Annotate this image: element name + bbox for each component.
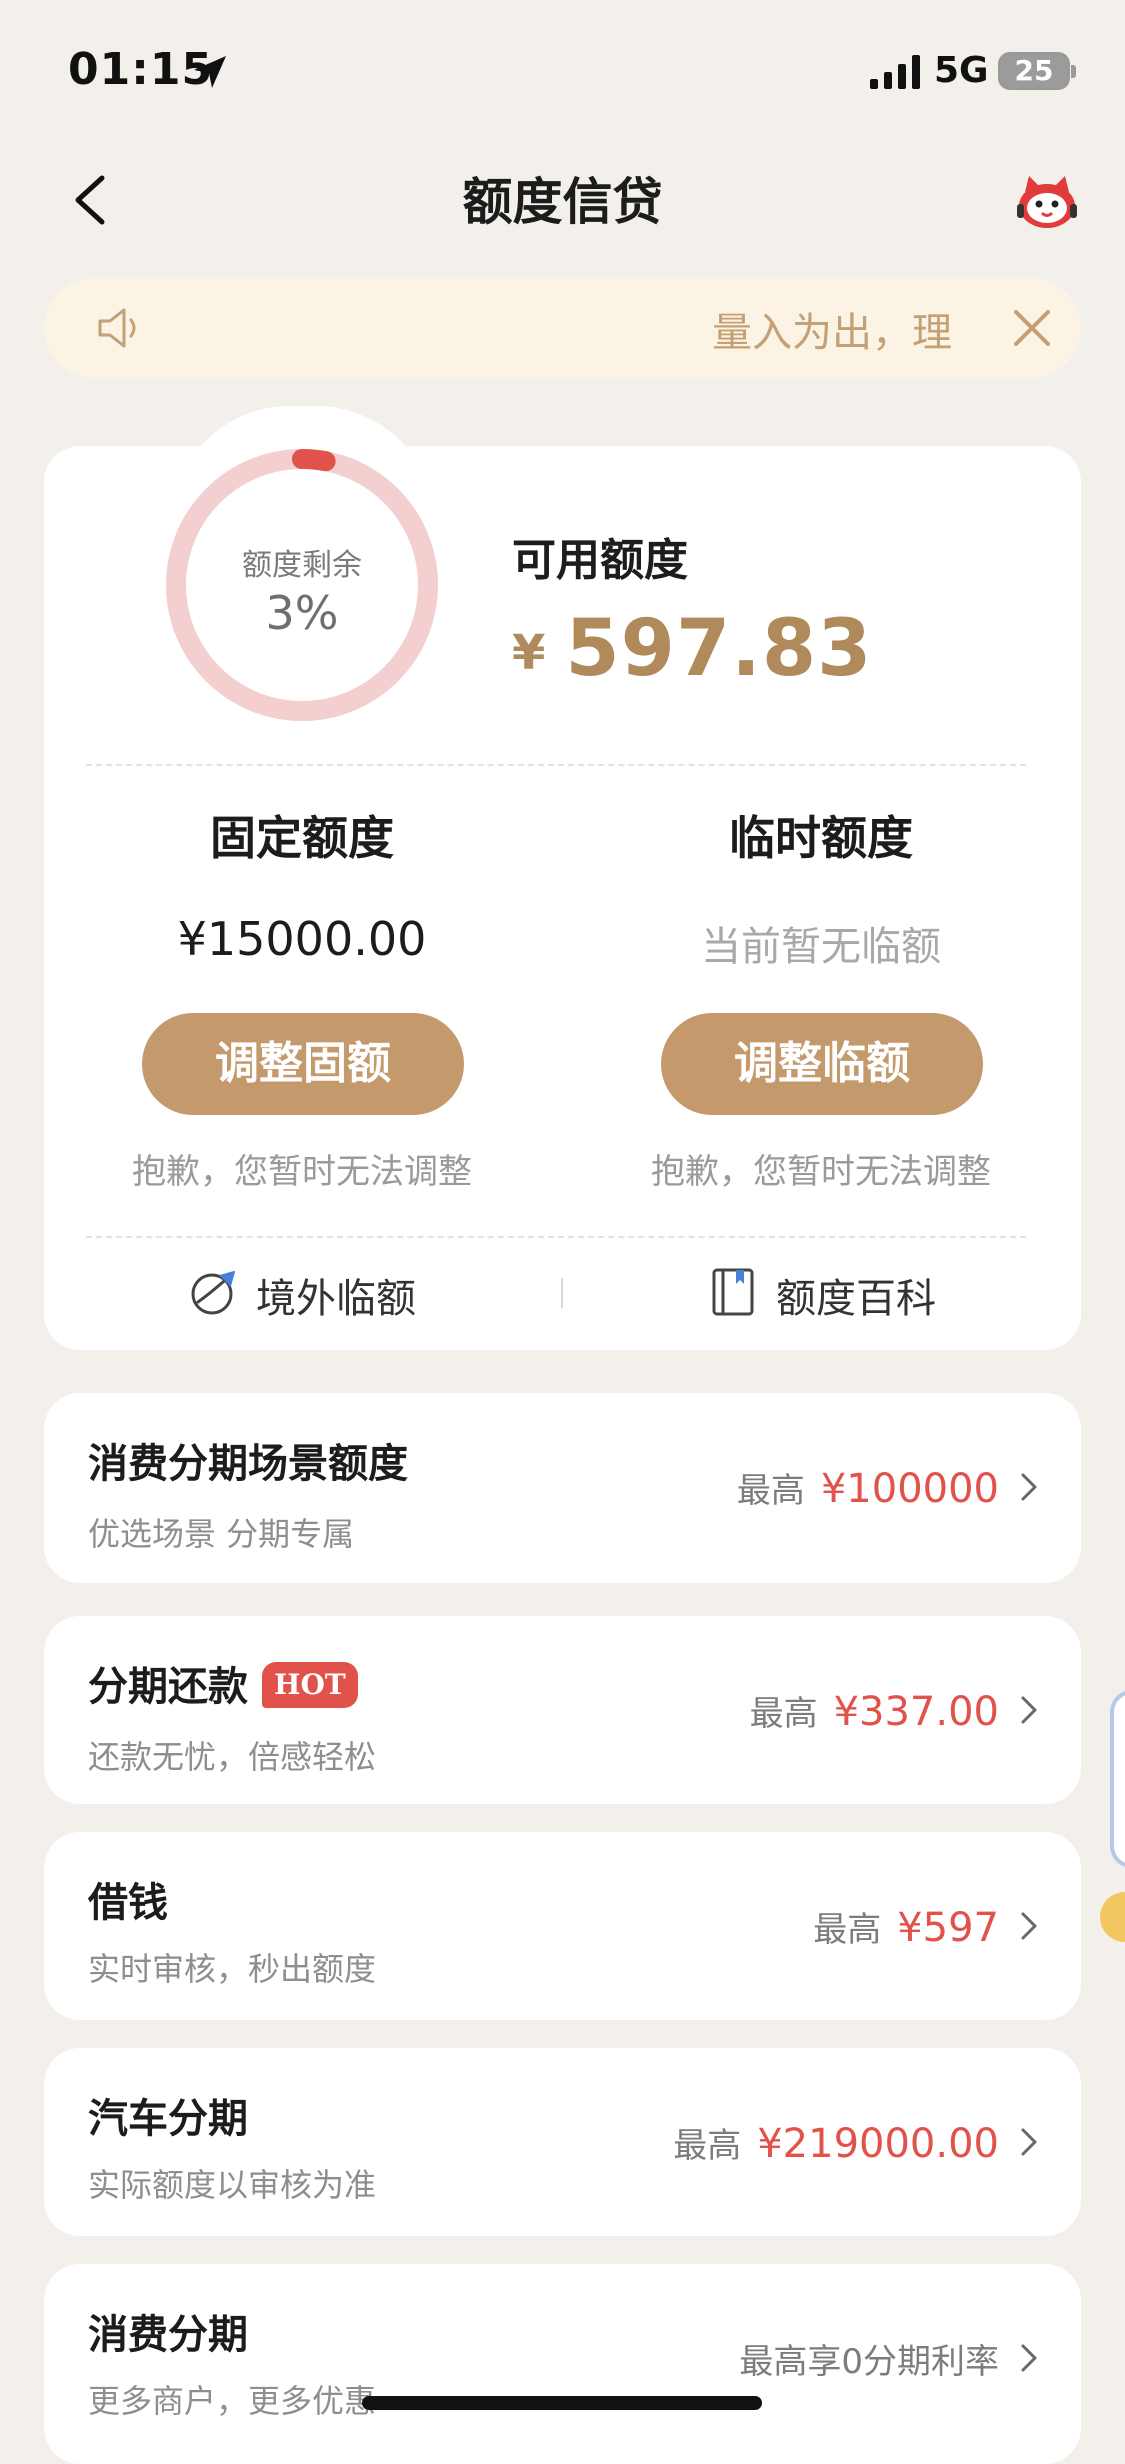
list-item-value: ¥219000.00: [757, 2121, 999, 2167]
globe-plane-icon: [191, 1271, 235, 1315]
hot-badge: HOT: [262, 1662, 358, 1708]
list-item-amount: 最高享0分期利率: [739, 2334, 999, 2383]
signal-icon: [870, 55, 920, 89]
status-bar: 01:15 5G 25: [0, 0, 1125, 140]
list-item[interactable]: 分期还款 HOT 还款无忧，倍感轻松 最高 ¥337.00: [44, 1616, 1081, 1804]
ring-progress-arc: [292, 449, 336, 472]
adjust-temp-button[interactable]: 调整临额: [661, 1013, 983, 1115]
list-item[interactable]: 消费分期 更多商户，更多优惠 最高享0分期利率: [44, 2264, 1081, 2464]
list-item-value: ¥597: [897, 1905, 999, 1951]
adjust-fixed-button[interactable]: 调整固额: [142, 1013, 464, 1115]
fixed-quota-title: 固定额度: [210, 811, 394, 865]
list-item-prefix: 最高: [736, 1471, 805, 1511]
list-item-title: 消费分期场景额度: [88, 1441, 408, 1487]
battery-icon: 25: [998, 52, 1076, 90]
close-icon[interactable]: [1006, 302, 1058, 354]
list-item-amount: 最高 ¥597: [813, 1902, 999, 1951]
list-item-value: ¥337.00: [833, 1689, 999, 1735]
ring-percent: 3%: [265, 586, 339, 640]
quota-encyclopedia-label: 额度百科: [776, 1276, 936, 1322]
temp-quota-title: 临时额度: [729, 811, 913, 865]
list-item[interactable]: 借钱 实时审核，秒出额度 最高 ¥597: [44, 1832, 1081, 2020]
list-item-title: 汽车分期: [88, 2096, 248, 2142]
list-item-prefix: 最高: [749, 1694, 818, 1734]
list-item-title: 消费分期: [88, 2312, 248, 2358]
fixed-quota-value: ¥15000.00: [177, 912, 427, 966]
list-item-subtitle: 实时审核，秒出额度: [88, 1950, 377, 1988]
mascot-icon[interactable]: [1015, 168, 1079, 232]
list-item[interactable]: 汽车分期 实际额度以审核为准 最高 ¥219000.00: [44, 2048, 1081, 2236]
divider: [86, 1236, 1026, 1238]
list-item-subtitle: 实际额度以审核为准: [88, 2166, 377, 2204]
list-item-amount: 最高 ¥100000: [737, 1463, 999, 1512]
chevron-right-icon: [1021, 2128, 1037, 2156]
list-item-amount: 最高 ¥219000.00: [673, 2118, 999, 2167]
floating-side-tab[interactable]: [1110, 1690, 1125, 1868]
temp-quota-value: 当前暂无临额: [701, 924, 941, 970]
links-divider: [561, 1278, 563, 1308]
list-item-value: ¥100000: [820, 1466, 999, 1512]
available-value: 597.83: [565, 604, 873, 694]
available-title: 可用额度: [512, 535, 688, 586]
list-item-title: 分期还款 HOT: [88, 1654, 358, 1712]
notice-bar[interactable]: 量入为出，理: [44, 278, 1081, 378]
page-title: 额度信贷: [462, 173, 663, 231]
list-item-prefix: 最高: [673, 2126, 742, 2166]
chevron-right-icon: [1021, 1473, 1037, 1501]
list-item-amount: 最高 ¥337.00: [750, 1686, 999, 1735]
notice-text: 量入为出，理: [712, 310, 952, 356]
list-item-prefix: 最高享0分期利率: [739, 2342, 999, 2382]
network-type: 5G: [934, 50, 989, 91]
speaker-icon: [98, 308, 136, 348]
list-item-title-text: 分期还款: [88, 1664, 248, 1710]
list-item-subtitle: 还款无忧，倍感轻松: [88, 1738, 377, 1776]
home-indicator: [362, 2396, 762, 2410]
list-item-prefix: 最高: [813, 1910, 882, 1950]
list-item-subtitle: 更多商户，更多优惠: [88, 2382, 377, 2420]
available-amount: ¥597.83: [512, 604, 872, 694]
chevron-right-icon: [1021, 1696, 1037, 1724]
chevron-right-icon: [1021, 1912, 1037, 1940]
quota-encyclopedia-link[interactable]: 额度百科: [708, 1262, 968, 1322]
temp-quota-note: 抱歉，您暂时无法调整: [651, 1152, 991, 1192]
fixed-quota-note: 抱歉，您暂时无法调整: [132, 1152, 472, 1192]
quota-ring: [166, 449, 438, 721]
overseas-quota-link[interactable]: 境外临额: [188, 1262, 448, 1322]
list-item-subtitle: 优选场景 分期专属: [88, 1515, 355, 1553]
book-icon: [712, 1268, 754, 1316]
floating-side-badge[interactable]: [1100, 1892, 1125, 1942]
divider: [86, 764, 1026, 766]
list-item-title: 借钱: [88, 1880, 168, 1926]
chevron-right-icon: [1021, 2344, 1037, 2372]
overseas-quota-label: 境外临额: [256, 1276, 416, 1322]
location-arrow-icon: [194, 56, 226, 88]
list-item[interactable]: 消费分期场景额度 优选场景 分期专属 最高 ¥100000: [44, 1393, 1081, 1583]
nav-bar: 额度信贷: [0, 140, 1125, 260]
available-currency: ¥: [512, 625, 546, 681]
ring-label: 额度剩余: [242, 548, 362, 583]
